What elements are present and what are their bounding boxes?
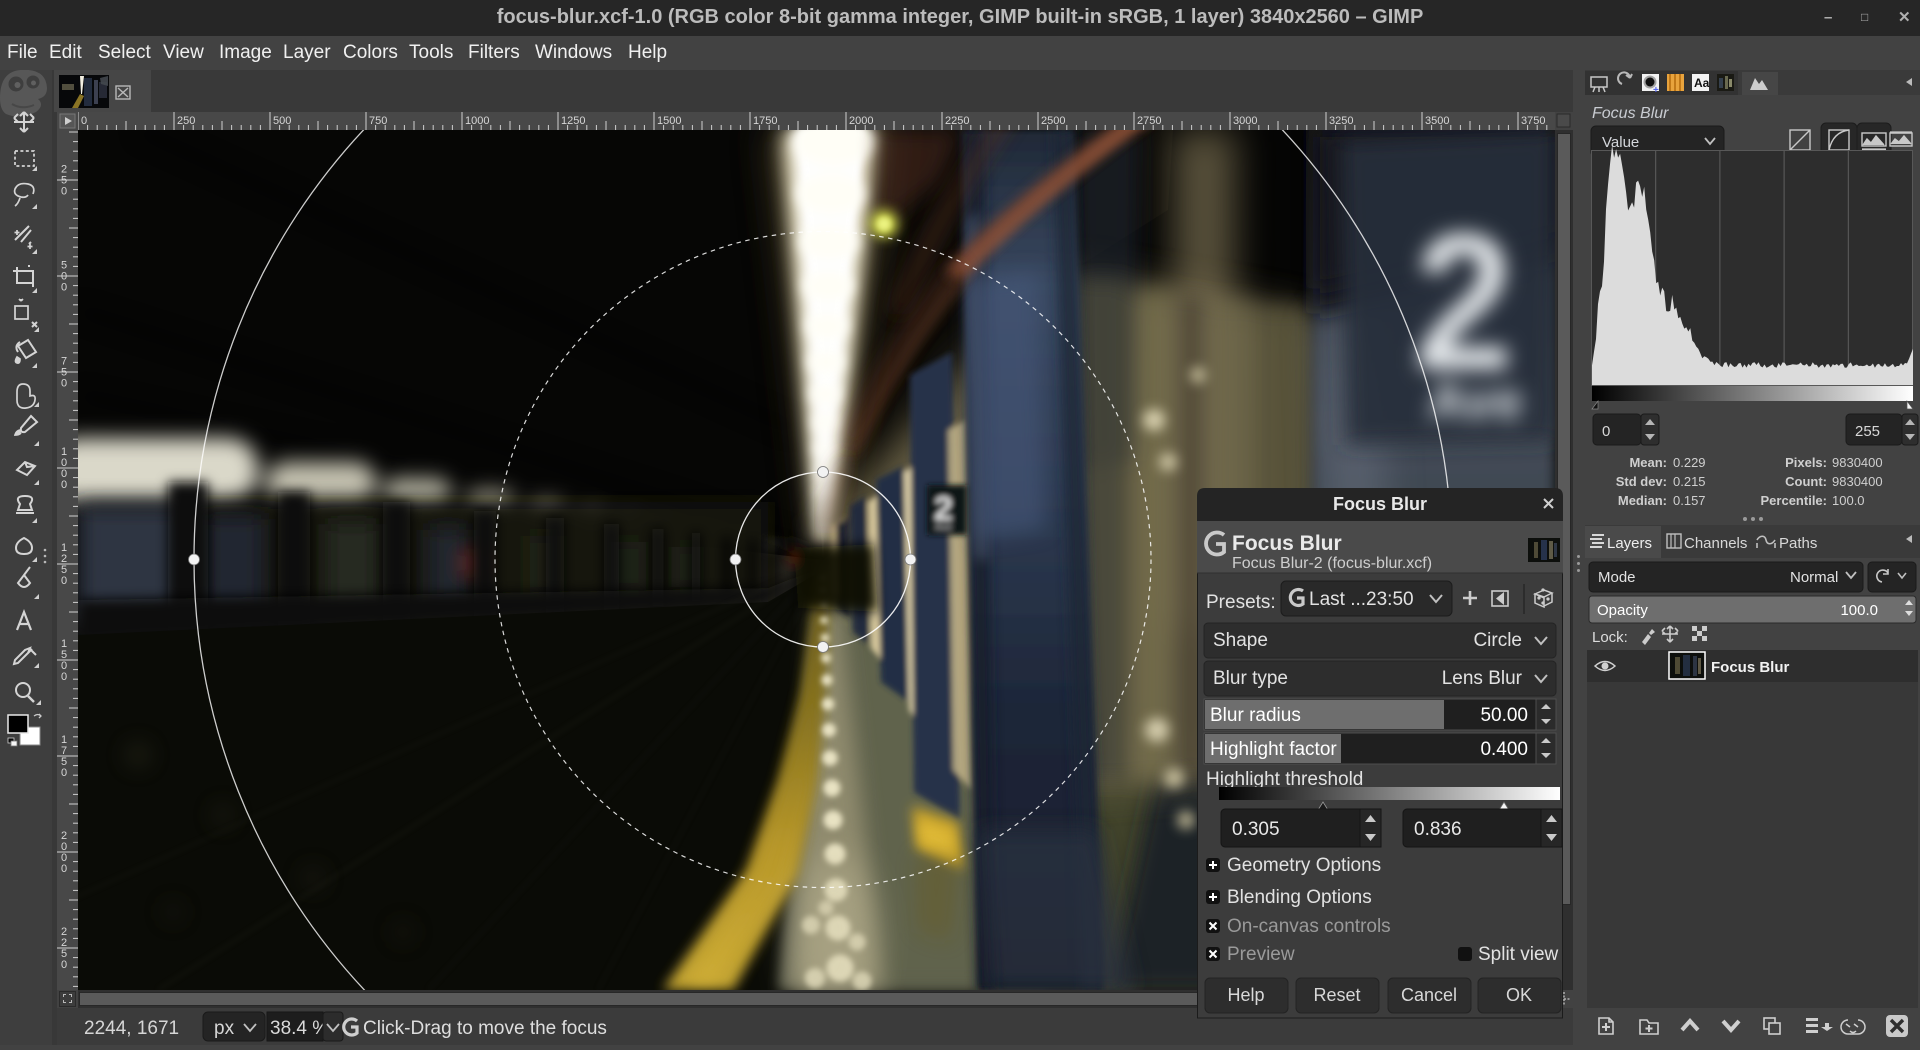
svg-text:Blur type: Blur type	[1213, 668, 1288, 689]
svg-text:Focus Blur-2 (focus-blur.xcf): Focus Blur-2 (focus-blur.xcf)	[1232, 555, 1432, 572]
svg-text:Click-Drag to move the focus: Click-Drag to move the focus	[363, 1018, 607, 1039]
svg-text:0.157: 0.157	[1673, 493, 1706, 508]
svg-text:Paths: Paths	[1779, 535, 1817, 552]
svg-text:Preview: Preview	[1227, 944, 1295, 965]
svg-text:Percentile:: Percentile:	[1761, 493, 1827, 508]
svg-text:0: 0	[61, 378, 67, 390]
svg-text:1250: 1250	[561, 115, 585, 127]
svg-text:2000: 2000	[849, 115, 873, 127]
svg-text:0: 0	[61, 959, 67, 971]
svg-text:Highlight factor: Highlight factor	[1210, 739, 1337, 760]
svg-text:3000: 3000	[1233, 115, 1257, 127]
svg-text:0.229: 0.229	[1673, 455, 1706, 470]
svg-text:100.0: 100.0	[1840, 602, 1878, 619]
svg-text:2500: 2500	[1041, 115, 1065, 127]
svg-text:Pixels:: Pixels:	[1785, 455, 1827, 470]
svg-text:750: 750	[369, 115, 387, 127]
svg-text:Split view: Split view	[1478, 944, 1559, 965]
svg-text:0: 0	[61, 575, 67, 587]
svg-text:0: 0	[61, 186, 67, 198]
svg-text:0.215: 0.215	[1673, 474, 1706, 489]
svg-text:Std dev:: Std dev:	[1616, 474, 1667, 489]
svg-text:On-canvas controls: On-canvas controls	[1227, 916, 1391, 937]
svg-text:Aa: Aa	[1694, 76, 1710, 90]
svg-text:Presets:: Presets:	[1206, 592, 1276, 613]
svg-text:Channels: Channels	[1684, 535, 1747, 552]
svg-text:Mode: Mode	[1598, 569, 1636, 586]
svg-text:Last ...23:50: Last ...23:50	[1309, 589, 1414, 610]
svg-text:OK: OK	[1506, 985, 1532, 1005]
svg-text:Lock:: Lock:	[1592, 629, 1628, 646]
svg-text:0: 0	[61, 282, 67, 294]
svg-text:Focus Blur: Focus Blur	[1232, 532, 1342, 555]
svg-text:0: 0	[61, 671, 67, 683]
svg-text:38.4 %: 38.4 %	[270, 1018, 329, 1039]
svg-text:Focus Blur: Focus Blur	[1711, 659, 1790, 676]
svg-text:Circle: Circle	[1473, 630, 1522, 651]
svg-text:100.0: 100.0	[1832, 493, 1865, 508]
svg-text:1750: 1750	[753, 115, 777, 127]
svg-text:2750: 2750	[1137, 115, 1161, 127]
svg-text:9830400: 9830400	[1832, 474, 1883, 489]
svg-text:0.305: 0.305	[1232, 819, 1280, 840]
svg-text:Count:: Count:	[1785, 474, 1827, 489]
svg-text:Ave: Ave	[1428, 372, 1523, 431]
svg-text:Lens Blur: Lens Blur	[1442, 668, 1523, 689]
svg-text:9830400: 9830400	[1832, 455, 1883, 470]
svg-text:500: 500	[273, 115, 291, 127]
svg-text:250: 250	[177, 115, 195, 127]
svg-text:Value: Value	[1602, 134, 1639, 151]
svg-text:0: 0	[81, 115, 87, 127]
svg-text:Opacity: Opacity	[1597, 602, 1648, 619]
svg-text:50.00: 50.00	[1480, 705, 1528, 726]
svg-text:2250: 2250	[945, 115, 969, 127]
svg-text:2244, 1671: 2244, 1671	[84, 1018, 179, 1039]
svg-text:3250: 3250	[1329, 115, 1353, 127]
svg-text:0.400: 0.400	[1480, 739, 1528, 760]
svg-text:0: 0	[61, 767, 67, 779]
svg-text:Help: Help	[1227, 985, 1264, 1005]
svg-text:3750: 3750	[1521, 115, 1545, 127]
svg-text:1500: 1500	[657, 115, 681, 127]
svg-text:255: 255	[1855, 423, 1880, 440]
svg-text:+: +	[1653, 85, 1659, 96]
svg-text:0: 0	[61, 863, 67, 875]
svg-text:Cancel: Cancel	[1401, 985, 1457, 1005]
svg-text:Highlight threshold: Highlight threshold	[1206, 769, 1363, 790]
svg-text:0: 0	[61, 479, 67, 491]
svg-text:Layers: Layers	[1607, 535, 1652, 552]
svg-text:3500: 3500	[1425, 115, 1449, 127]
svg-text:Normal: Normal	[1790, 569, 1838, 586]
svg-text:Mean:: Mean:	[1629, 455, 1667, 470]
svg-text:Focus Blur: Focus Blur	[1592, 105, 1669, 122]
svg-text:Geometry Options: Geometry Options	[1227, 855, 1381, 876]
svg-text:Blur radius: Blur radius	[1210, 705, 1301, 726]
svg-text:Blending Options: Blending Options	[1227, 887, 1372, 908]
svg-text:Shape: Shape	[1213, 630, 1268, 651]
svg-text:Focus Blur: Focus Blur	[1333, 494, 1427, 514]
svg-text:1000: 1000	[465, 115, 489, 127]
svg-text:Reset: Reset	[1313, 985, 1360, 1005]
svg-text:Ave: Ave	[935, 522, 952, 533]
svg-text:px: px	[214, 1018, 235, 1039]
svg-text:0.836: 0.836	[1414, 819, 1462, 840]
svg-text:0: 0	[1602, 423, 1610, 440]
svg-text:Median:: Median:	[1618, 493, 1667, 508]
